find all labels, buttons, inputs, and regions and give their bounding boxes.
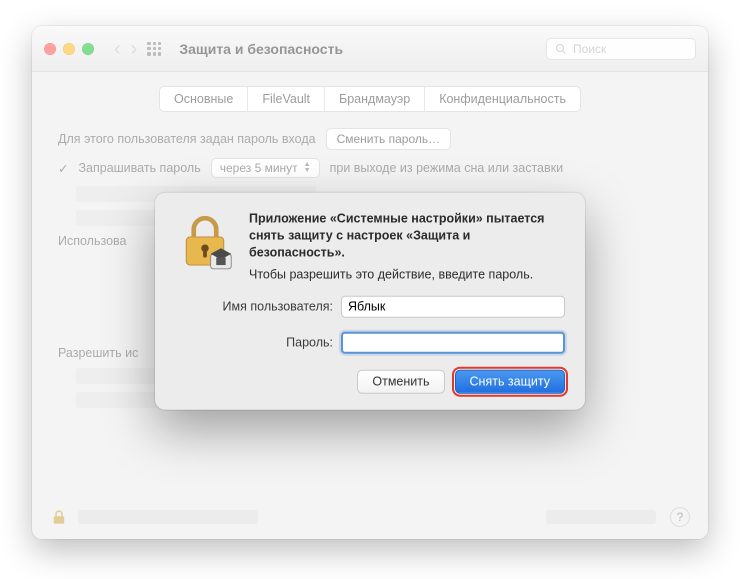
username-field[interactable] xyxy=(341,295,565,317)
password-label: Пароль: xyxy=(175,335,333,349)
cancel-button[interactable]: Отменить xyxy=(357,369,444,393)
password-field[interactable] xyxy=(341,331,565,353)
username-label: Имя пользователя: xyxy=(175,299,333,313)
auth-dialog: Приложение «Системные настройки» пытаетс… xyxy=(155,193,585,410)
dialog-submessage: Чтобы разрешить это действие, введите па… xyxy=(249,267,565,281)
unlock-button[interactable]: Снять защиту xyxy=(455,369,565,393)
lock-badge-icon xyxy=(175,211,235,271)
dialog-message: Приложение «Системные настройки» пытаетс… xyxy=(249,211,565,262)
